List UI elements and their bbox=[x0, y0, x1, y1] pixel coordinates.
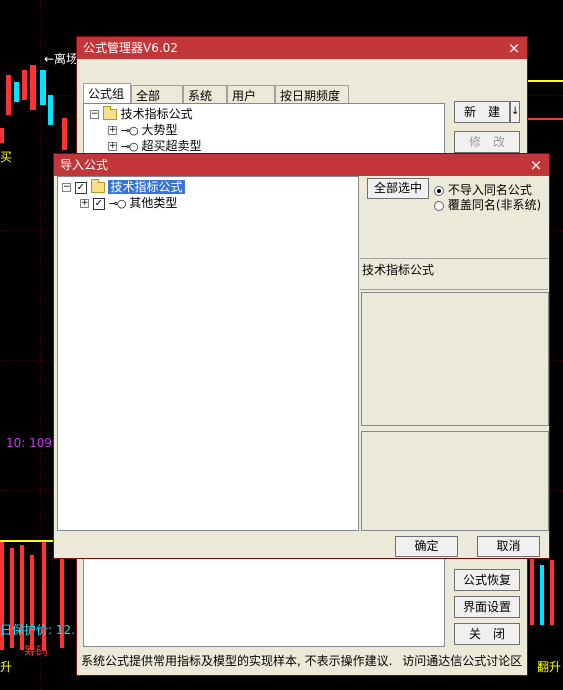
ma-line bbox=[527, 80, 563, 82]
chart-label-chips: 筹码 bbox=[24, 644, 49, 658]
import-tree-other-types[interactable]: + ✓ ⊸○ 其他类型 bbox=[80, 195, 177, 211]
volume-bar bbox=[530, 555, 534, 625]
chart-label-buy: 买 bbox=[0, 150, 13, 164]
folder-icon bbox=[90, 179, 105, 193]
candle bbox=[6, 75, 11, 115]
close-icon[interactable]: × bbox=[507, 37, 521, 59]
formula-manager-title: 公式管理器V6.02 bbox=[83, 41, 178, 55]
collapse-icon[interactable]: − bbox=[62, 183, 71, 192]
key-icon: ⊸○ bbox=[108, 196, 127, 210]
key-icon: ⊸○ bbox=[120, 123, 139, 137]
detail-panel bbox=[361, 431, 549, 531]
formula-manager-titlebar[interactable]: 公式管理器V6.02 × bbox=[77, 37, 527, 59]
chart-label-bottom-right: 翻升 bbox=[537, 660, 562, 674]
candle bbox=[0, 128, 4, 143]
checkbox-checked-icon[interactable]: ✓ bbox=[92, 197, 105, 210]
volume-bar bbox=[550, 560, 554, 625]
tree-item-tech-indicators[interactable]: − 技术指标公式 bbox=[90, 106, 193, 122]
close-button[interactable]: 关 闭 bbox=[454, 623, 520, 645]
candle bbox=[40, 70, 46, 105]
import-formula-dialog: 导入公式 × − ✓ 技术指标公式 + ✓ ⊸○ 其他类型 全部选中 不导入同名… bbox=[53, 153, 550, 559]
radio-label: 不导入同名公式 bbox=[447, 183, 532, 197]
modify-button[interactable]: 修 改 bbox=[454, 131, 520, 153]
volume-bar bbox=[540, 565, 544, 625]
tree-item-label: 技术指标公式 bbox=[108, 180, 185, 194]
tree-item-label: 超买超卖型 bbox=[141, 139, 202, 153]
import-tree-root[interactable]: − ✓ 技术指标公式 bbox=[62, 179, 185, 195]
folder-icon bbox=[102, 106, 117, 120]
ma-line bbox=[0, 540, 60, 542]
import-tree-panel[interactable]: − ✓ 技术指标公式 + ✓ ⊸○ 其他类型 bbox=[57, 176, 359, 531]
tree-item-market-type[interactable]: + ⊸○ 大势型 bbox=[108, 122, 178, 138]
collapse-icon[interactable]: − bbox=[90, 110, 99, 119]
expand-icon[interactable]: + bbox=[80, 199, 89, 208]
formula-restore-button[interactable]: 公式恢复 bbox=[454, 569, 520, 591]
candle bbox=[62, 118, 67, 150]
radio-label: 覆盖同名(非系统) bbox=[447, 198, 542, 212]
expand-icon[interactable]: + bbox=[108, 142, 117, 151]
footer-bar: 系统公式提供常用指标及模型的实现样本, 不表示操作建议. 访问通达信公式讨论区 bbox=[81, 652, 522, 670]
footer-note: 系统公式提供常用指标及模型的实现样本, 不表示操作建议. bbox=[81, 654, 393, 668]
tab-user[interactable]: 用户 bbox=[227, 85, 275, 105]
tree-item-overbought-oversold[interactable]: + ⊸○ 超买超卖型 bbox=[108, 138, 202, 154]
description-panel bbox=[361, 292, 549, 426]
tab-system[interactable]: 系统 bbox=[183, 85, 227, 105]
tree-item-label: 其他类型 bbox=[129, 196, 178, 210]
ui-settings-button[interactable]: 界面设置 bbox=[454, 596, 520, 618]
candle bbox=[22, 70, 27, 100]
new-dropdown-arrow-icon[interactable]: ↓ bbox=[510, 101, 520, 123]
new-button[interactable]: 新 建 bbox=[454, 101, 510, 123]
tab-formula-group[interactable]: 公式组 bbox=[83, 83, 131, 105]
select-all-button[interactable]: 全部选中 bbox=[367, 178, 429, 199]
tree-item-label: 技术指标公式 bbox=[120, 107, 193, 121]
forum-link[interactable]: 访问通达信公式讨论区 bbox=[402, 654, 522, 668]
import-dialog-titlebar[interactable]: 导入公式 × bbox=[54, 154, 549, 176]
ma-line bbox=[527, 118, 563, 120]
chart-label-bottom-left: 升 bbox=[0, 660, 13, 674]
close-icon[interactable]: × bbox=[529, 154, 543, 176]
candle bbox=[14, 82, 19, 102]
candle bbox=[48, 95, 53, 125]
import-dialog-title: 导入公式 bbox=[60, 158, 109, 172]
info-title-bar: 技术指标公式 bbox=[360, 258, 548, 290]
ok-button[interactable]: 确定 bbox=[395, 536, 458, 557]
chart-label-protect-price: 日保护价: 12.1 bbox=[0, 623, 83, 637]
info-title: 技术指标公式 bbox=[362, 263, 435, 277]
expand-icon[interactable]: + bbox=[108, 126, 117, 135]
candle bbox=[30, 65, 36, 110]
tree-item-label: 大势型 bbox=[141, 123, 178, 137]
chart-label-exit: ←离场 bbox=[44, 52, 79, 66]
tab-all[interactable]: 全部 bbox=[131, 85, 183, 105]
formula-tabs: 公式组 全部 系统 用户 按日期频度 bbox=[83, 83, 349, 105]
checkbox-checked-icon[interactable]: ✓ bbox=[74, 181, 87, 194]
radio-selected-icon[interactable] bbox=[434, 185, 444, 196]
radio-overwrite-duplicates[interactable]: 覆盖同名(非系统) bbox=[434, 196, 541, 213]
tab-by-date-frequency[interactable]: 按日期频度 bbox=[275, 85, 349, 105]
radio-unselected-icon[interactable] bbox=[434, 200, 444, 211]
cancel-button[interactable]: 取消 bbox=[477, 536, 540, 557]
